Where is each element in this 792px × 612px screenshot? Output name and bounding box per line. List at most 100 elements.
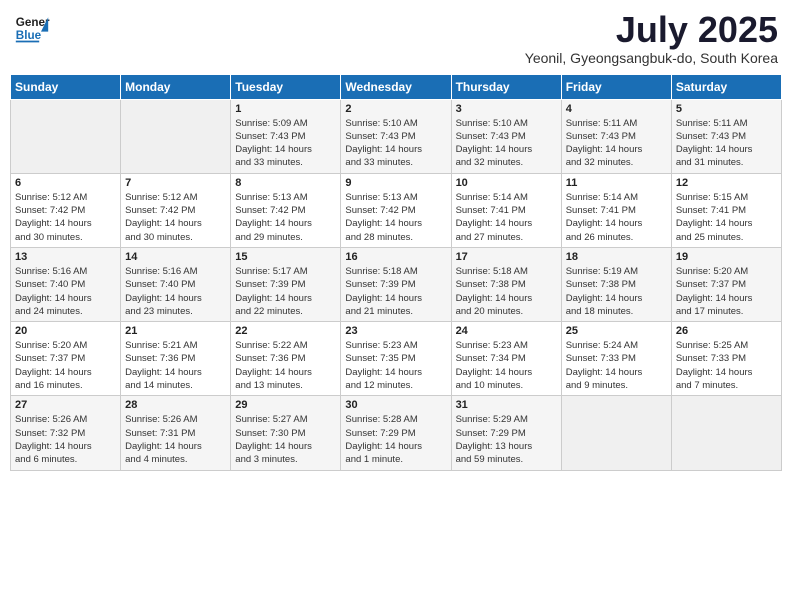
calendar-cell: 29Sunrise: 5:27 AMSunset: 7:30 PMDayligh… [231,396,341,470]
calendar-cell: 17Sunrise: 5:18 AMSunset: 7:38 PMDayligh… [451,247,561,321]
day-info: Sunrise: 5:10 AMSunset: 7:43 PMDaylight:… [345,117,446,170]
day-number: 17 [456,251,557,263]
weekday-header-saturday: Saturday [671,74,781,99]
day-info: Sunrise: 5:14 AMSunset: 7:41 PMDaylight:… [566,191,667,244]
calendar-cell: 2 Sunrise: 5:10 AMSunset: 7:43 PMDaylight… [341,99,451,173]
day-number: 7 [125,177,226,189]
calendar-cell: 26 Sunrise: 5:25 AMSunset: 7:33 PMDayligh… [671,322,781,396]
calendar-cell: 11 Sunrise: 5:14 AMSunset: 7:41 PMDayligh… [561,173,671,247]
day-number: 30 [345,399,446,411]
title-block: July 2025 Yeonil, Gyeongsangbuk-do, Sout… [525,10,778,66]
day-info: Sunrise: 5:16 AMSunset: 7:40 PMDaylight:… [15,265,116,318]
day-info: Sunrise: 5:15 AMSunset: 7:41 PMDaylight:… [676,191,777,244]
day-number: 4 [566,103,667,115]
calendar-table: SundayMondayTuesdayWednesdayThursdayFrid… [10,74,782,471]
day-number: 19 [676,251,777,263]
day-info: Sunrise: 5:20 AMSunset: 7:37 PMDaylight:… [15,339,116,392]
calendar-cell: 25 Sunrise: 5:24 AMSunset: 7:33 PMDayligh… [561,322,671,396]
svg-text:Blue: Blue [16,29,42,42]
calendar-week-4: 20 Sunrise: 5:20 AMSunset: 7:37 PMDayligh… [11,322,782,396]
calendar-cell [11,99,121,173]
weekday-header-monday: Monday [121,74,231,99]
day-info: Sunrise: 5:12 AMSunset: 7:42 PMDaylight:… [15,191,116,244]
day-info: Sunrise: 5:29 AMSunset: 7:29 PMDaylight:… [456,413,557,466]
day-info: Sunrise: 5:14 AMSunset: 7:41 PMDaylight:… [456,191,557,244]
day-info: Sunrise: 5:24 AMSunset: 7:33 PMDaylight:… [566,339,667,392]
day-number: 27 [15,399,116,411]
day-info: Sunrise: 5:23 AMSunset: 7:34 PMDaylight:… [456,339,557,392]
day-number: 20 [15,325,116,337]
day-info: Sunrise: 5:13 AMSunset: 7:42 PMDaylight:… [345,191,446,244]
day-info: Sunrise: 5:22 AMSunset: 7:36 PMDaylight:… [235,339,336,392]
month-title: July 2025 [525,10,778,50]
day-number: 31 [456,399,557,411]
weekday-header-wednesday: Wednesday [341,74,451,99]
calendar-cell: 1 Sunrise: 5:09 AMSunset: 7:43 PMDaylight… [231,99,341,173]
day-info: Sunrise: 5:21 AMSunset: 7:36 PMDaylight:… [125,339,226,392]
day-number: 11 [566,177,667,189]
calendar-cell: 18 Sunrise: 5:19 AMSunset: 7:38 PMDayligh… [561,247,671,321]
day-number: 1 [235,103,336,115]
day-number: 9 [345,177,446,189]
calendar-cell: 14Sunrise: 5:16 AMSunset: 7:40 PMDayligh… [121,247,231,321]
calendar-cell: 15Sunrise: 5:17 AMSunset: 7:39 PMDayligh… [231,247,341,321]
calendar-week-2: 6Sunrise: 5:12 AMSunset: 7:42 PMDaylight… [11,173,782,247]
calendar-cell [561,396,671,470]
calendar-cell: 13 Sunrise: 5:16 AMSunset: 7:40 PMDayligh… [11,247,121,321]
calendar-week-3: 13 Sunrise: 5:16 AMSunset: 7:40 PMDayligh… [11,247,782,321]
day-number: 21 [125,325,226,337]
day-info: Sunrise: 5:20 AMSunset: 7:37 PMDaylight:… [676,265,777,318]
day-number: 25 [566,325,667,337]
weekday-header-sunday: Sunday [11,74,121,99]
calendar-cell: 19 Sunrise: 5:20 AMSunset: 7:37 PMDayligh… [671,247,781,321]
day-number: 2 [345,103,446,115]
calendar-cell [121,99,231,173]
weekday-header-friday: Friday [561,74,671,99]
calendar-cell: 10 Sunrise: 5:14 AMSunset: 7:41 PMDayligh… [451,173,561,247]
logo-icon: General Blue [14,10,50,46]
day-info: Sunrise: 5:19 AMSunset: 7:38 PMDaylight:… [566,265,667,318]
day-info: Sunrise: 5:18 AMSunset: 7:39 PMDaylight:… [345,265,446,318]
weekday-header-thursday: Thursday [451,74,561,99]
day-number: 29 [235,399,336,411]
calendar-cell: 23 Sunrise: 5:23 AMSunset: 7:35 PMDayligh… [341,322,451,396]
day-info: Sunrise: 5:25 AMSunset: 7:33 PMDaylight:… [676,339,777,392]
day-number: 8 [235,177,336,189]
calendar-cell: 8 Sunrise: 5:13 AMSunset: 7:42 PMDaylight… [231,173,341,247]
day-info: Sunrise: 5:12 AMSunset: 7:42 PMDaylight:… [125,191,226,244]
day-info: Sunrise: 5:26 AMSunset: 7:32 PMDaylight:… [15,413,116,466]
calendar-week-1: 1 Sunrise: 5:09 AMSunset: 7:43 PMDaylight… [11,99,782,173]
day-number: 24 [456,325,557,337]
weekday-header-row: SundayMondayTuesdayWednesdayThursdayFrid… [11,74,782,99]
calendar-cell: 6Sunrise: 5:12 AMSunset: 7:42 PMDaylight… [11,173,121,247]
day-number: 5 [676,103,777,115]
day-number: 22 [235,325,336,337]
day-number: 14 [125,251,226,263]
day-info: Sunrise: 5:28 AMSunset: 7:29 PMDaylight:… [345,413,446,466]
day-number: 16 [345,251,446,263]
day-number: 28 [125,399,226,411]
calendar-cell: 5 Sunrise: 5:11 AMSunset: 7:43 PMDaylight… [671,99,781,173]
calendar-cell: 22 Sunrise: 5:22 AMSunset: 7:36 PMDayligh… [231,322,341,396]
subtitle: Yeonil, Gyeongsangbuk-do, South Korea [525,50,778,66]
page-header: General Blue July 2025 Yeonil, Gyeongsan… [10,10,782,66]
day-info: Sunrise: 5:13 AMSunset: 7:42 PMDaylight:… [235,191,336,244]
calendar-cell: 27 Sunrise: 5:26 AMSunset: 7:32 PMDayligh… [11,396,121,470]
day-number: 18 [566,251,667,263]
calendar-cell: 9 Sunrise: 5:13 AMSunset: 7:42 PMDaylight… [341,173,451,247]
logo: General Blue [14,10,50,46]
weekday-header-tuesday: Tuesday [231,74,341,99]
day-number: 23 [345,325,446,337]
calendar-cell: 12 Sunrise: 5:15 AMSunset: 7:41 PMDayligh… [671,173,781,247]
day-number: 26 [676,325,777,337]
day-info: Sunrise: 5:26 AMSunset: 7:31 PMDaylight:… [125,413,226,466]
day-info: Sunrise: 5:11 AMSunset: 7:43 PMDaylight:… [676,117,777,170]
calendar-week-5: 27 Sunrise: 5:26 AMSunset: 7:32 PMDayligh… [11,396,782,470]
day-info: Sunrise: 5:09 AMSunset: 7:43 PMDaylight:… [235,117,336,170]
day-number: 10 [456,177,557,189]
day-number: 13 [15,251,116,263]
day-info: Sunrise: 5:10 AMSunset: 7:43 PMDaylight:… [456,117,557,170]
calendar-cell: 3Sunrise: 5:10 AMSunset: 7:43 PMDaylight… [451,99,561,173]
day-number: 12 [676,177,777,189]
day-info: Sunrise: 5:23 AMSunset: 7:35 PMDaylight:… [345,339,446,392]
